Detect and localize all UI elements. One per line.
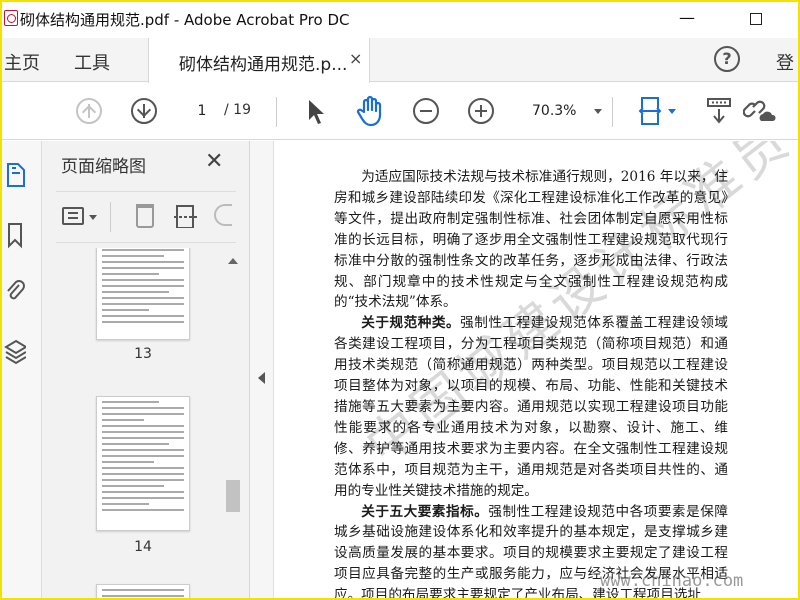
toolbar-divider — [612, 97, 613, 127]
delete-page-icon[interactable] — [136, 204, 154, 228]
acrobat-app-icon — [4, 10, 18, 26]
page-number-input[interactable]: 1 — [185, 100, 219, 122]
navigation-rail — [0, 141, 42, 600]
document-view[interactable]: 中国城建设计标准员 为适应国际技术法规与技术标准通行规则，2016 年以来，住房… — [275, 141, 800, 600]
zoom-level-value: 70.3% — [532, 103, 577, 119]
select-pointer-icon[interactable] — [306, 98, 326, 126]
minimize-button[interactable]: — — [666, 4, 708, 34]
toolbar-divider — [276, 97, 277, 127]
thumbnail-page-label: 13 — [134, 346, 152, 362]
zoom-level-select[interactable]: 70.3% — [514, 99, 606, 123]
scan-measure-icon[interactable] — [706, 95, 734, 125]
panel-toolbar — [56, 191, 236, 243]
attachments-icon[interactable] — [4, 277, 26, 305]
thumbnail-page-label: 14 — [134, 539, 152, 555]
paragraph-heading: 关于五大要素指标。 — [361, 503, 489, 520]
page-thumbnails-icon[interactable] — [4, 161, 26, 189]
document-text: 为适应国际技术法规与技术标准通行规则，2016 年以来，住房和城乡建设部陆续印发… — [334, 167, 728, 600]
thumbnail-scrollbar[interactable] — [224, 254, 242, 600]
tab-home[interactable]: 主页 — [4, 49, 40, 75]
rotate-page-icon[interactable] — [214, 204, 232, 226]
options-menu-icon[interactable] — [62, 207, 84, 225]
layers-icon[interactable] — [4, 337, 26, 365]
panel-collapse-handle[interactable] — [250, 141, 274, 600]
paragraph: 为适应国际技术法规与技术标准通行规则，2016 年以来，住房和城乡建设部陆续印发… — [334, 169, 728, 311]
help-icon[interactable]: ? — [714, 46, 740, 72]
page-thumbnail[interactable] — [96, 584, 190, 600]
thumbnail-list: 13 14 — [56, 248, 228, 600]
title-bar: 砌体结构通用规范.pdf - Adobe Acrobat Pro DC — — [0, 0, 800, 38]
share-link-icon[interactable] — [743, 95, 777, 125]
window-title: 砌体结构通用规范.pdf - Adobe Acrobat Pro DC — [20, 11, 350, 29]
page-thumbnail[interactable] — [96, 248, 190, 340]
close-tab-icon[interactable]: × — [349, 49, 362, 68]
maximize-icon — [750, 12, 762, 25]
toolbar: 1 / 19 70.3% — [0, 83, 800, 140]
tab-document-label: 砌体结构通用规范.p... — [179, 55, 348, 75]
tab-bar: 主页 工具 砌体结构通用规范.p... × ? 登 — [0, 38, 800, 83]
close-panel-icon[interactable]: ✕ — [205, 149, 223, 174]
panel-title: 页面缩略图 — [61, 157, 146, 177]
previous-page-icon[interactable] — [76, 98, 102, 124]
zoom-in-icon[interactable] — [468, 98, 494, 124]
chevron-down-icon[interactable] — [89, 215, 97, 220]
page-total: / 19 — [224, 102, 251, 118]
site-watermark: www.chinao.com — [600, 571, 744, 591]
extract-page-icon[interactable] — [174, 204, 198, 228]
scroll-up-icon[interactable] — [228, 258, 238, 264]
next-page-icon[interactable] — [131, 98, 157, 124]
paragraph: 关于规范种类。强制性工程建设规范体系覆盖工程建设领域各类建设工程项目，分为工程项… — [334, 315, 729, 499]
chevron-down-icon — [594, 109, 602, 114]
page-thumbnails-panel: 页面缩略图 ✕ 13 14 — [42, 141, 250, 600]
page-thumbnail[interactable] — [96, 396, 190, 531]
collapse-arrow-icon — [258, 372, 265, 384]
bookmarks-icon[interactable] — [4, 221, 26, 249]
sign-in-button[interactable]: 登 — [776, 49, 794, 75]
scrollbar-thumb[interactable] — [226, 480, 240, 512]
zoom-out-icon[interactable] — [413, 98, 439, 124]
paragraph-heading: 关于规范种类。 — [361, 315, 461, 332]
tab-document[interactable]: 砌体结构通用规范.p... × — [148, 38, 370, 83]
panel-toolbar-divider — [110, 202, 111, 232]
maximize-button[interactable] — [735, 4, 777, 34]
hand-tool-icon[interactable] — [355, 95, 387, 127]
fit-page-icon[interactable] — [636, 96, 666, 128]
tab-tools[interactable]: 工具 — [74, 49, 110, 75]
fit-options-chevron-icon[interactable] — [668, 109, 676, 114]
